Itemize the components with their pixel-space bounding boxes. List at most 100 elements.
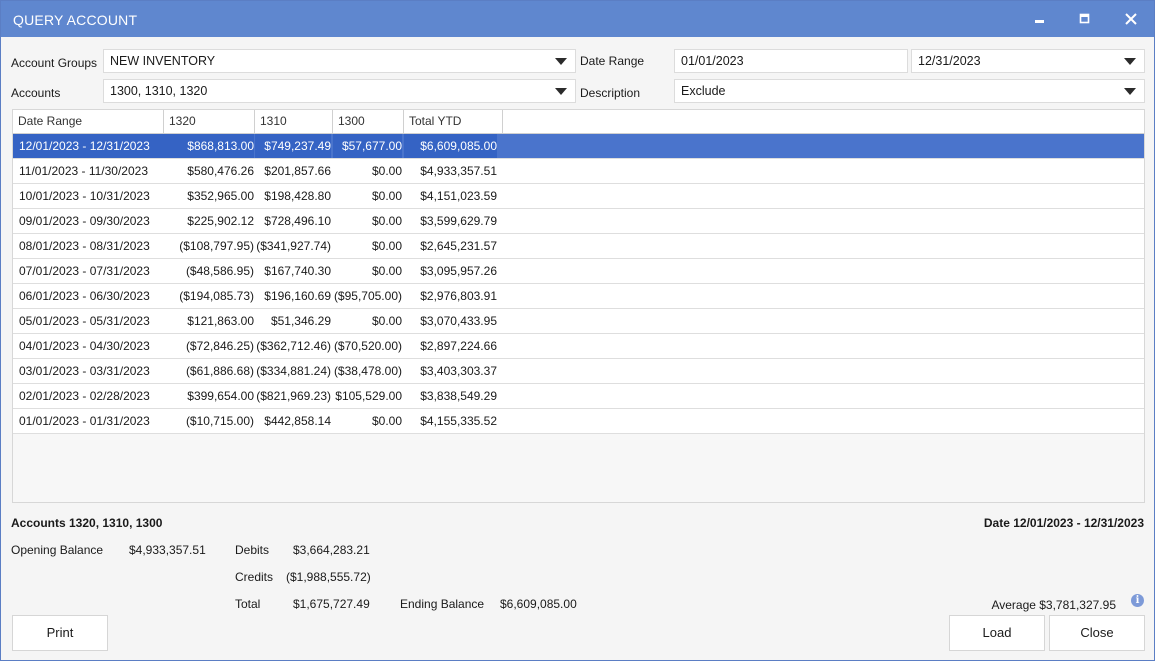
accounts-dropdown[interactable]: 1300, 1310, 1320 (103, 79, 576, 103)
total-label: Total (235, 597, 261, 611)
minimize-button[interactable] (1017, 1, 1063, 37)
cell-1300: ($38,478.00) (333, 364, 402, 378)
info-icon[interactable]: i (1131, 594, 1144, 607)
account-groups-label: Account Groups (11, 56, 98, 70)
cell-date-range: 05/01/2023 - 05/31/2023 (19, 314, 150, 328)
cell-1320: ($108,797.95) (179, 239, 254, 253)
chevron-down-icon (555, 88, 567, 95)
cell-1320: $121,863.00 (187, 314, 254, 328)
cell-date-range: 11/01/2023 - 11/30/2023 (19, 164, 148, 178)
cell-date-range: 12/01/2023 - 12/31/2023 (13, 134, 164, 158)
cell-total-ytd: $3,838,549.29 (420, 389, 497, 403)
cell-date-range: 09/01/2023 - 09/30/2023 (19, 214, 150, 228)
cell-1300: ($70,520.00) (333, 339, 402, 353)
average-text: Average $3,781,327.95 (991, 598, 1116, 612)
date-range-label: Date Range (580, 54, 645, 68)
load-button[interactable]: Load (949, 615, 1045, 651)
account-groups-value: NEW INVENTORY (110, 54, 216, 68)
cell-date-range: 04/01/2023 - 04/30/2023 (19, 339, 150, 353)
title-bar[interactable]: QUERY ACCOUNT (1, 1, 1154, 37)
cell-1300: $0.00 (371, 239, 402, 253)
column-header-1310[interactable]: 1310 (255, 110, 333, 133)
table-row[interactable]: 12/01/2023 - 12/31/2023 $868,813.00 $749,2… (13, 134, 1144, 159)
cell-1300: $105,529.00 (335, 389, 402, 403)
opening-balance-value: $4,933,357.51 (129, 543, 206, 557)
cell-1310: $51,346.29 (270, 314, 331, 328)
cell-total-ytd: $4,151,023.59 (420, 189, 497, 203)
table-row[interactable]: 03/01/2023 - 03/31/2023 ($61,886.68) ($334… (13, 359, 1144, 384)
cell-total-ytd: $3,095,957.26 (420, 264, 497, 278)
chevron-down-icon (1124, 88, 1136, 95)
summary-date-title: Date 12/01/2023 - 12/31/2023 (983, 516, 1144, 530)
cell-1300: ($95,705.00) (333, 289, 402, 303)
description-label: Description (580, 86, 641, 100)
description-dropdown[interactable]: Exclude (674, 79, 1145, 103)
date-from-input[interactable]: 01/01/2023 (674, 49, 908, 73)
ending-balance-label: Ending Balance (400, 597, 485, 611)
accounts-label: Accounts (11, 86, 61, 100)
minimize-icon (1035, 20, 1044, 23)
results-grid[interactable]: Date Range 1320 1310 1300 Total YTD 12/0… (12, 109, 1145, 503)
chevron-down-icon (1124, 58, 1136, 65)
query-account-window: QUERY ACCOUNT Account Groups NEW INVENTO… (0, 0, 1155, 661)
cell-1310: ($362,712.46) (256, 339, 331, 353)
cell-1300: $0.00 (371, 314, 402, 328)
cell-total-ytd: $2,976,803.91 (420, 289, 497, 303)
cell-1300: $57,677.00 (333, 134, 402, 158)
cell-total-ytd: $4,155,335.52 (420, 414, 497, 428)
accounts-value: 1300, 1310, 1320 (110, 84, 208, 98)
table-row[interactable]: 09/01/2023 - 09/30/2023 $225,902.12 $728,4… (13, 209, 1144, 234)
cell-1310: $198,428.80 (264, 189, 331, 203)
account-groups-dropdown[interactable]: NEW INVENTORY (103, 49, 576, 73)
column-header-date-range[interactable]: Date Range (13, 110, 164, 133)
cell-total-ytd: $3,070,433.95 (420, 314, 497, 328)
table-row[interactable]: 11/01/2023 - 11/30/2023 $580,476.26 $201,8… (13, 159, 1144, 184)
debits-value: $3,664,283.21 (293, 543, 370, 557)
table-row[interactable]: 08/01/2023 - 08/31/2023 ($108,797.95) ($34… (13, 234, 1144, 259)
window-title: QUERY ACCOUNT (13, 12, 138, 28)
cell-1310: $167,740.30 (264, 264, 331, 278)
close-button[interactable]: Close (1049, 615, 1145, 651)
cell-total-ytd: $2,645,231.57 (420, 239, 497, 253)
cell-1320: $580,476.26 (187, 164, 254, 178)
cell-date-range: 07/01/2023 - 07/31/2023 (19, 264, 150, 278)
description-value: Exclude (681, 84, 726, 98)
cell-1320: $352,965.00 (187, 189, 254, 203)
cell-1300: $0.00 (371, 189, 402, 203)
cell-1310: ($334,881.24) (256, 364, 331, 378)
table-row[interactable]: 04/01/2023 - 04/30/2023 ($72,846.25) ($362… (13, 334, 1144, 359)
date-to-dropdown[interactable]: 12/31/2023 (911, 49, 1145, 73)
table-row[interactable]: 10/01/2023 - 10/31/2023 $352,965.00 $198,4… (13, 184, 1144, 209)
close-icon (1125, 13, 1137, 25)
table-row[interactable]: 01/01/2023 - 01/31/2023 ($10,715.00) $442,… (13, 409, 1144, 434)
cell-1300: $0.00 (371, 164, 402, 178)
maximize-button[interactable] (1062, 1, 1108, 37)
cell-1300: $0.00 (371, 414, 402, 428)
cell-1320: $225,902.12 (187, 214, 254, 228)
cell-1320: ($72,846.25) (185, 339, 254, 353)
credits-value: ($1,988,555.72) (286, 570, 371, 584)
table-row[interactable]: 02/01/2023 - 02/28/2023 $399,654.00 ($821,… (13, 384, 1144, 409)
cell-1310: $196,160.69 (264, 289, 331, 303)
cell-1320: $399,654.00 (187, 389, 254, 403)
cell-total-ytd: $2,897,224.66 (420, 339, 497, 353)
column-header-1300[interactable]: 1300 (333, 110, 404, 133)
cell-1310: $749,237.49 (255, 134, 331, 158)
column-header-total-ytd[interactable]: Total YTD (404, 110, 503, 133)
column-header-1320[interactable]: 1320 (164, 110, 255, 133)
cell-total-ytd: $6,609,085.00 (404, 134, 497, 158)
cell-1320: ($194,085.73) (179, 289, 254, 303)
cell-1310: $442,858.14 (264, 414, 331, 428)
table-row[interactable]: 07/01/2023 - 07/31/2023 ($48,586.95) $167,… (13, 259, 1144, 284)
close-window-button[interactable] (1108, 1, 1154, 37)
cell-date-range: 02/01/2023 - 02/28/2023 (19, 389, 150, 403)
cell-1310: $201,857.66 (264, 164, 331, 178)
table-row[interactable]: 06/01/2023 - 06/30/2023 ($194,085.73) $196… (13, 284, 1144, 309)
cell-date-range: 03/01/2023 - 03/31/2023 (19, 364, 150, 378)
cell-1320: ($10,715.00) (185, 414, 254, 428)
table-row[interactable]: 05/01/2023 - 05/31/2023 $121,863.00 $51,34… (13, 309, 1144, 334)
print-button[interactable]: Print (12, 615, 108, 651)
debits-label: Debits (235, 543, 270, 557)
cell-1320: ($61,886.68) (185, 364, 254, 378)
cell-1310: ($341,927.74) (256, 239, 331, 253)
